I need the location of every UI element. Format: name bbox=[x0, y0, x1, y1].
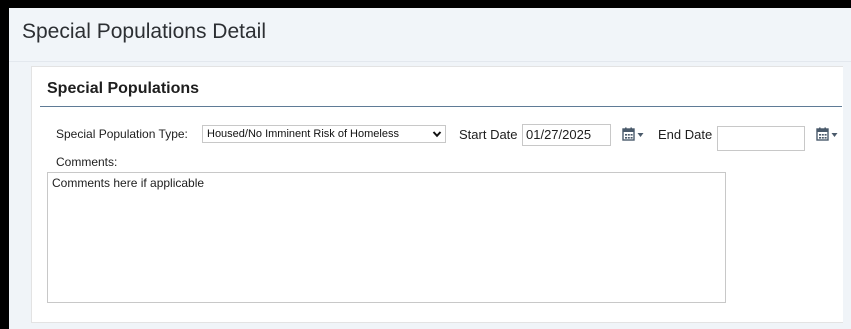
page-title: Special Populations Detail bbox=[22, 20, 266, 43]
comments-label: Comments: bbox=[56, 155, 118, 169]
special-population-type-label: Special Population Type: bbox=[56, 127, 188, 141]
section-title: Special Populations bbox=[47, 80, 200, 97]
chevron-down-icon bbox=[432, 131, 442, 138]
special-population-type-select[interactable]: Housed/No Imminent Risk of Homeless bbox=[202, 125, 446, 143]
calendar-icon bbox=[816, 127, 838, 141]
start-date-label: Start Date bbox=[459, 127, 518, 142]
section-divider bbox=[40, 106, 842, 107]
end-date-label: End Date bbox=[658, 127, 713, 142]
start-date-input[interactable]: 01/27/2025 bbox=[522, 124, 611, 146]
comments-textarea[interactable]: Comments here if applicable bbox=[47, 172, 726, 303]
calendar-icon bbox=[622, 127, 644, 141]
special-population-type-value: Housed/No Imminent Risk of Homeless bbox=[207, 128, 399, 140]
start-date-calendar-button[interactable] bbox=[622, 127, 648, 143]
end-date-calendar-button[interactable] bbox=[816, 127, 842, 143]
page-header: Special Populations Detail bbox=[9, 8, 851, 62]
end-date-input[interactable] bbox=[717, 126, 805, 151]
